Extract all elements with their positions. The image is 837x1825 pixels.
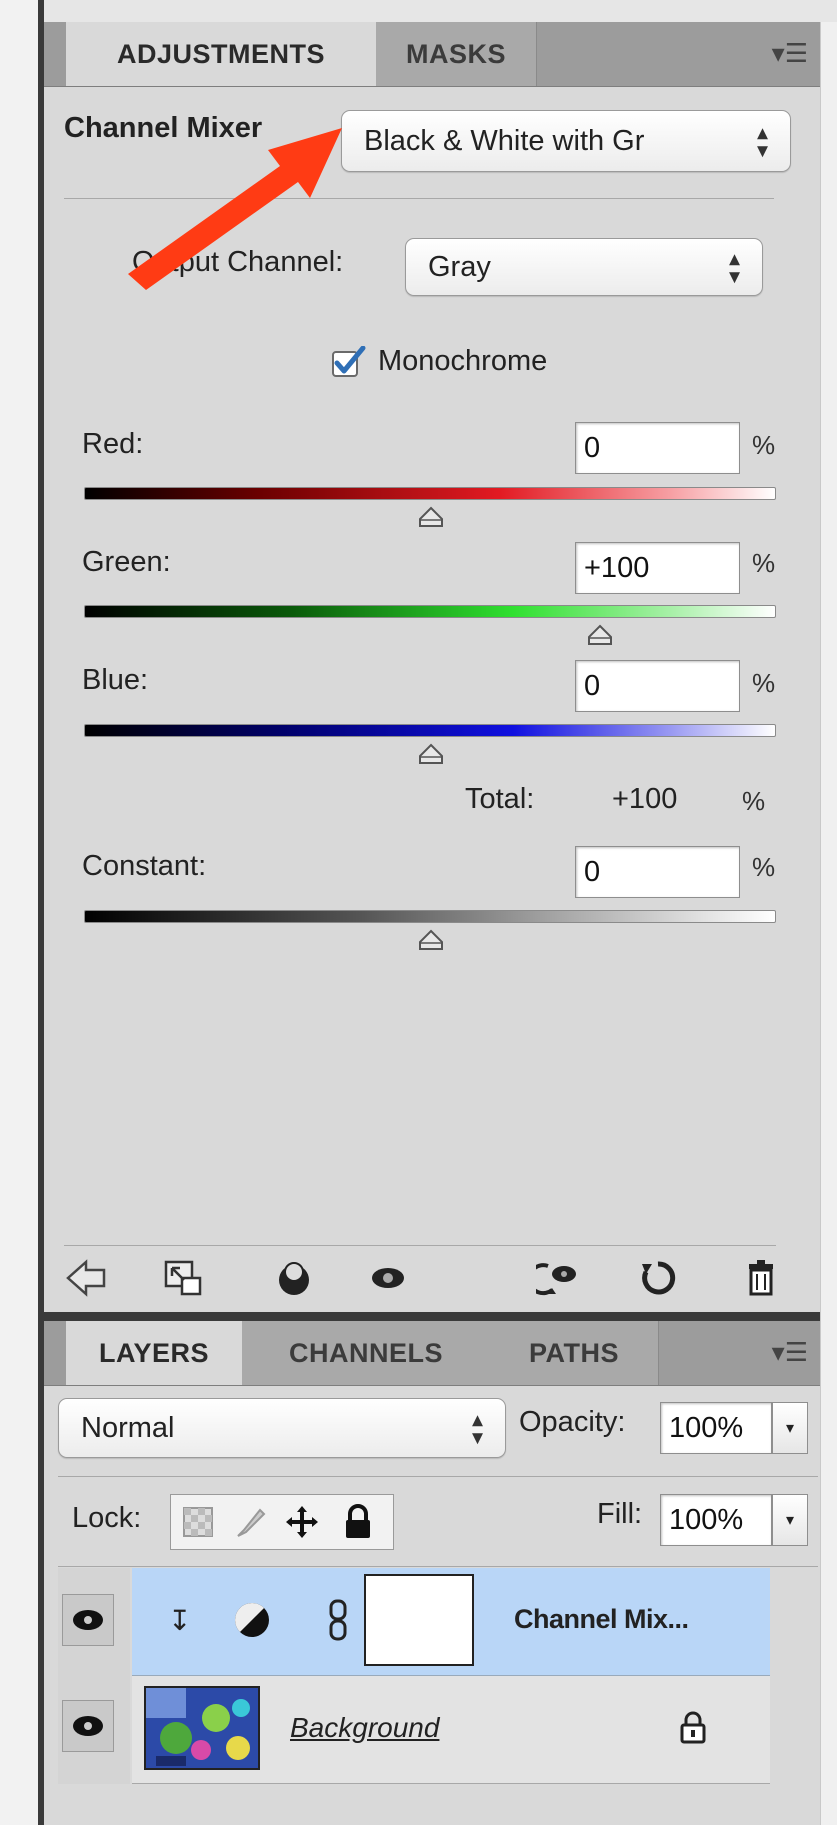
- constant-value-field[interactable]: 0: [575, 846, 740, 898]
- panel-menu-icon[interactable]: ▾☰: [772, 1337, 808, 1368]
- red-slider-track[interactable]: [84, 487, 776, 500]
- clipping-arrow-icon: ↧: [168, 1605, 192, 1636]
- red-value-field[interactable]: 0: [575, 422, 740, 474]
- output-channel-dropdown[interactable]: Gray ▴ ▾: [405, 238, 763, 296]
- panel-separator: [44, 1312, 820, 1321]
- total-label: Total:: [465, 783, 535, 815]
- divider: [58, 1476, 818, 1477]
- red-percent: %: [752, 430, 776, 460]
- blend-mode-value: Normal: [81, 1411, 175, 1444]
- lock-position-icon[interactable]: [280, 1500, 324, 1544]
- preset-dropdown[interactable]: Black & White with Gr ▴ ▾: [341, 110, 791, 172]
- green-slider-track[interactable]: [84, 605, 776, 618]
- fill-label: Fill:: [597, 1498, 643, 1530]
- green-percent: %: [752, 548, 776, 578]
- layer-name: Background: [290, 1712, 440, 1743]
- panel-menu-icon[interactable]: ▾☰: [772, 38, 808, 69]
- tab-paths[interactable]: PATHS: [490, 1321, 659, 1385]
- layer-row-channel-mixer[interactable]: ↧ Channel Mix...: [132, 1568, 770, 1676]
- fill-dropdown-arrow-icon[interactable]: ▾: [772, 1494, 808, 1546]
- opacity-field[interactable]: 100%: [660, 1402, 772, 1454]
- total-value: +100: [612, 783, 678, 815]
- layer-mask-thumbnail[interactable]: [364, 1574, 474, 1666]
- opacity-dropdown-arrow-icon[interactable]: ▾: [772, 1402, 808, 1454]
- expand-view-icon[interactable]: [162, 1256, 206, 1300]
- tab-label: CHANNELS: [288, 1337, 443, 1368]
- constant-label: Constant:: [82, 850, 207, 882]
- tab-label: ADJUSTMENTS: [116, 38, 325, 69]
- tab-layers[interactable]: LAYERS: [66, 1321, 242, 1385]
- clip-to-layer-icon[interactable]: [272, 1256, 316, 1300]
- monochrome-checkbox[interactable]: [332, 345, 366, 377]
- green-value-field[interactable]: +100: [575, 542, 740, 594]
- lock-all-icon[interactable]: [336, 1500, 380, 1544]
- constant-percent: %: [752, 852, 776, 882]
- checkmark-icon: [332, 345, 366, 377]
- tab-channels[interactable]: CHANNELS: [242, 1321, 491, 1385]
- layer-image-thumbnail: [144, 1686, 260, 1770]
- divider: [58, 1566, 818, 1567]
- layer-visibility-eye-icon[interactable]: [62, 1700, 114, 1752]
- tab-label: MASKS: [405, 38, 506, 69]
- trash-icon[interactable]: [740, 1256, 784, 1300]
- red-label: Red:: [82, 428, 144, 460]
- layer-name: Channel Mix...: [514, 1604, 689, 1634]
- constant-slider-track[interactable]: [84, 910, 776, 923]
- left-margin: [0, 0, 38, 1825]
- annotation-arrow-icon: [128, 128, 342, 290]
- output-channel-value: Gray: [428, 250, 491, 283]
- monochrome-label: Monochrome: [378, 345, 548, 377]
- green-slider-thumb[interactable]: [586, 624, 614, 646]
- lock-transparency-icon[interactable]: [176, 1500, 220, 1544]
- lock-image-pixels-icon[interactable]: [228, 1500, 272, 1544]
- layer-visibility-eye-icon[interactable]: [62, 1594, 114, 1646]
- blue-label: Blue:: [82, 664, 149, 696]
- view-previous-state-icon[interactable]: [536, 1256, 580, 1300]
- red-slider-thumb[interactable]: [417, 506, 445, 528]
- opacity-label: Opacity:: [519, 1406, 626, 1438]
- visibility-icon[interactable]: [366, 1256, 410, 1300]
- blue-value-field[interactable]: 0: [575, 660, 740, 712]
- reset-icon[interactable]: [636, 1256, 680, 1300]
- tab-adjustments[interactable]: ADJUSTMENTS: [66, 22, 376, 86]
- blend-mode-dropdown[interactable]: Normal ▴ ▾: [58, 1398, 506, 1458]
- top-strip: [44, 0, 837, 23]
- updown-arrows-icon: ▴ ▾: [756, 119, 768, 162]
- lock-label: Lock:: [72, 1502, 142, 1534]
- constant-slider-thumb[interactable]: [417, 929, 445, 951]
- layer-row-background[interactable]: Background: [132, 1676, 770, 1784]
- blue-slider-track[interactable]: [84, 724, 776, 737]
- adjustment-layer-icon: [232, 1600, 272, 1645]
- tab-masks[interactable]: MASKS: [376, 22, 537, 86]
- layer-lock-icon: [678, 1710, 708, 1751]
- updown-arrows-icon: ▴ ▾: [471, 1406, 483, 1449]
- total-percent: %: [742, 786, 766, 816]
- back-arrow-icon[interactable]: [64, 1256, 108, 1300]
- layers-tab-bar: LAYERS CHANNELS PATHS ▾☰: [44, 1321, 820, 1386]
- fill-field[interactable]: 100%: [660, 1494, 772, 1546]
- updown-arrows-icon: ▴ ▾: [728, 245, 740, 288]
- tab-label: PATHS: [529, 1337, 619, 1368]
- blue-percent: %: [752, 668, 776, 698]
- link-chain-icon: [326, 1598, 350, 1647]
- right-scroll-area: [820, 22, 837, 1825]
- toolbar-divider: [64, 1245, 776, 1246]
- preset-value: Black & White with Gr: [364, 124, 645, 157]
- blue-slider-thumb[interactable]: [417, 743, 445, 765]
- green-label: Green:: [82, 546, 171, 578]
- tab-label: LAYERS: [98, 1337, 210, 1368]
- adjustments-tab-bar: ADJUSTMENTS MASKS ▾☰: [44, 22, 820, 87]
